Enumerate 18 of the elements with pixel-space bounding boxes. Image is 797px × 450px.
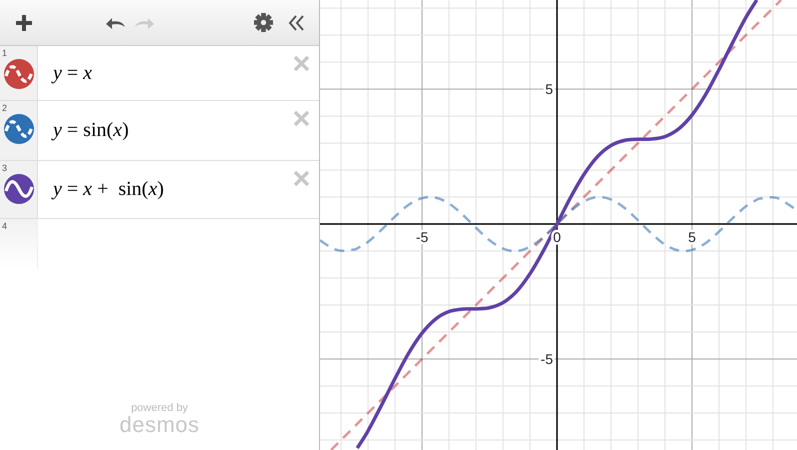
axis-tick-label: 5 (545, 81, 554, 98)
powered-by-text: powered by (131, 402, 188, 414)
expression-number: 4 (2, 221, 8, 231)
expression-number: 3 (2, 163, 8, 173)
settings-icon[interactable] (254, 13, 273, 32)
expression-formula[interactable]: y = x (53, 62, 92, 84)
axis-tick-label: -5 (416, 229, 428, 246)
add-icon[interactable] (14, 12, 34, 32)
axis-tick-label: -5 (540, 351, 554, 368)
expression-number: 1 (2, 48, 8, 58)
expression-formula[interactable]: y = sin(x) (53, 119, 129, 142)
collapse-icon[interactable] (287, 14, 305, 32)
expression-formula[interactable]: y = x + sin(x) (53, 178, 164, 201)
axis-tick-label: 5 (688, 229, 696, 246)
expression-number: 2 (2, 103, 8, 113)
wave-icon[interactable] (4, 59, 34, 89)
wave-icon[interactable] (4, 114, 34, 144)
wave-icon[interactable] (4, 174, 34, 204)
